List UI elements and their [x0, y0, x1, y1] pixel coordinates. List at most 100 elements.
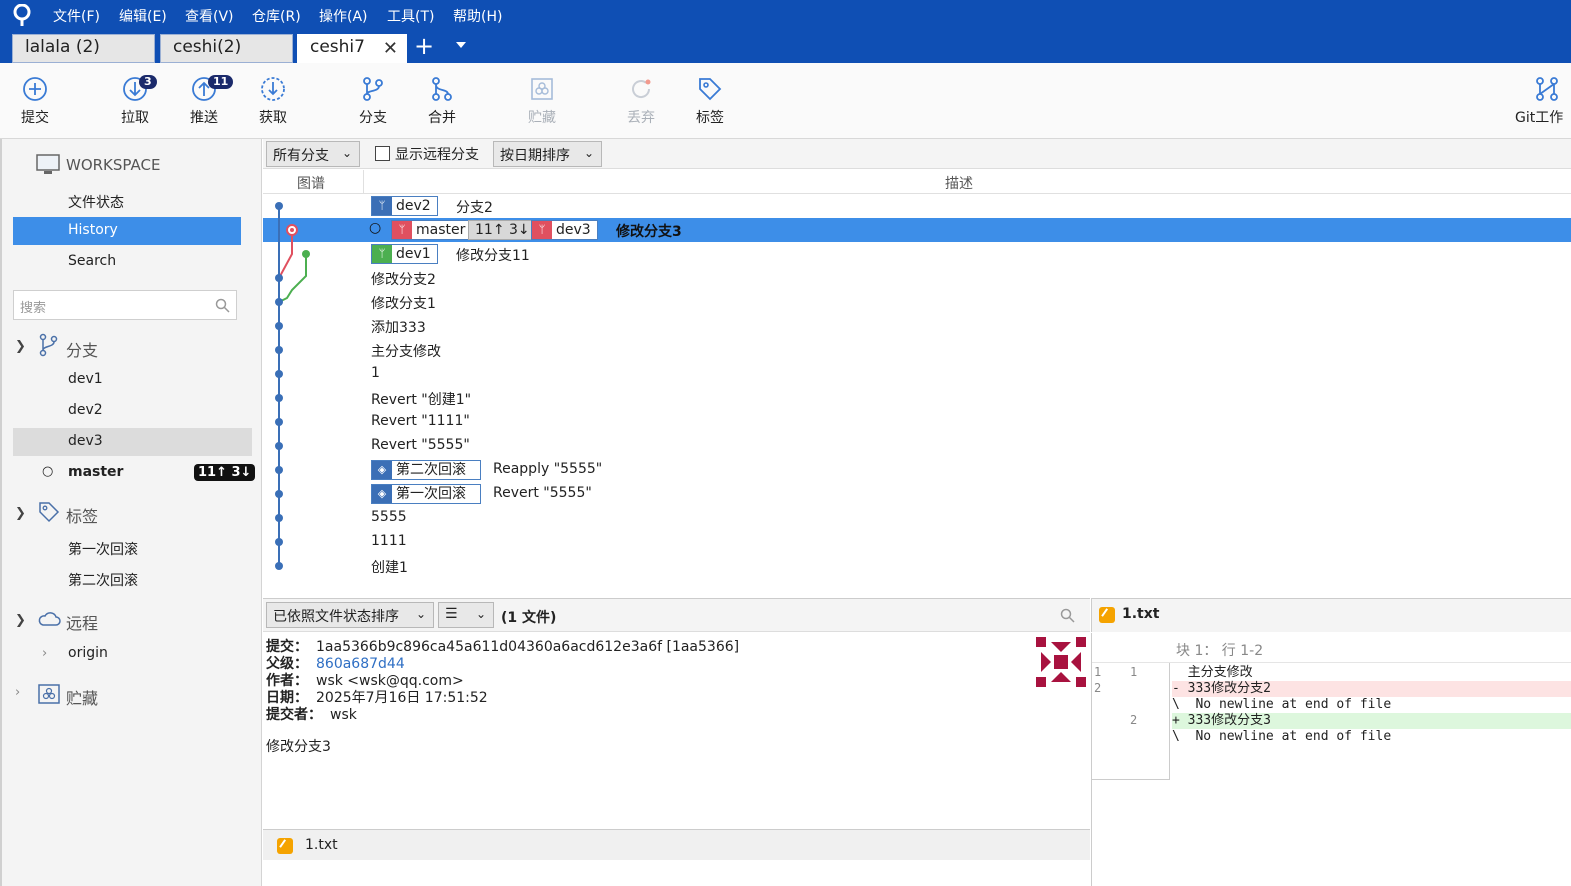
commit-button[interactable]: 提交 [5, 71, 65, 127]
menu-actions[interactable]: 操作(A) [319, 6, 368, 26]
commit-dot [275, 322, 283, 330]
details-toolbar: 已依照文件状态排序 ⌄ ☰ ⌄ (1 文件) [263, 598, 1090, 632]
commit-label: 提交 [21, 110, 49, 126]
sidebar-item-label: Search [68, 253, 117, 269]
search-placeholder: 搜索 [20, 301, 47, 316]
sidebar-item-history[interactable]: History [13, 217, 241, 245]
commit-dot [275, 466, 283, 474]
gitflow-icon [1536, 77, 1558, 101]
commit-row[interactable]: ᛘ dev1 修改分支11 [263, 242, 1571, 266]
sidebar-item-search[interactable]: Search [13, 248, 241, 276]
menu-edit[interactable]: 编辑(E) [119, 6, 167, 26]
show-remote-checkbox[interactable] [375, 146, 390, 161]
push-button[interactable]: 推送 11 [174, 71, 234, 127]
tab-ceshi7[interactable]: ceshi7 ✕ [297, 34, 407, 63]
commit-dot [302, 250, 310, 258]
column-header-graph[interactable]: 图谱 [297, 173, 325, 193]
tab-lalala[interactable]: lalala (2) [12, 34, 155, 63]
commit-row[interactable]: 1111 [263, 530, 1571, 554]
commit-message: 修改分支11 [456, 248, 530, 264]
commit-row[interactable]: ◈ 第二次回滚 Reapply "5555" [263, 458, 1571, 482]
changed-files-list: 1.txt [263, 829, 1090, 886]
commit-dot [275, 346, 283, 354]
chevron-down-icon[interactable]: ❯ [15, 506, 26, 521]
workspace-header: WORKSPACE [66, 156, 161, 174]
commit-row-selected[interactable]: ○ ᛘ master 11↑ 3↓ ᛘ dev3 修改分支3 [263, 218, 1571, 242]
stash-label: 贮藏 [528, 110, 556, 126]
commit-row[interactable]: ◈ 第一次回滚 Revert "5555" [263, 482, 1571, 506]
sidebar-item-file-status[interactable]: 文件状态 [13, 187, 241, 215]
filter-bar: 所有分支 ⌄ 显示远程分支 按日期排序 ⌄ [263, 139, 1571, 169]
fetch-button[interactable]: 获取 [243, 71, 303, 127]
commit-dot [275, 562, 283, 570]
tab-label: ceshi7 [310, 37, 365, 57]
commit-row[interactable]: 添加333 [263, 314, 1571, 338]
commit-row[interactable]: 主分支修改 [263, 338, 1571, 362]
toolbar: 提交 拉取 3 推送 11 获取 分支 合并 贮藏 丢弃 标签 Git工作 [0, 63, 1571, 139]
tab-dropdown-icon[interactable] [456, 42, 466, 48]
search-icon [215, 298, 230, 313]
commit-row[interactable]: 5555 [263, 506, 1571, 530]
avatar [1036, 637, 1086, 687]
chevron-down-icon[interactable]: ❯ [15, 339, 26, 354]
graph-line-master [278, 230, 293, 279]
pull-label: 拉取 [121, 110, 149, 126]
branch-label: master [68, 464, 124, 480]
commit-row[interactable]: Revert "5555" [263, 434, 1571, 458]
stash-icon [531, 78, 553, 100]
sidebar-item-dev1[interactable]: dev1 [13, 366, 241, 394]
tab-label: ceshi(2) [173, 37, 242, 57]
pull-button[interactable]: 拉取 3 [105, 71, 165, 127]
ref-label: master [416, 222, 466, 238]
sidebar-item-dev2[interactable]: dev2 [13, 397, 241, 425]
tag-icon: ◈ [372, 461, 392, 479]
diff-header: 1.txt [1091, 598, 1571, 632]
discard-button[interactable]: 丢弃 [611, 71, 671, 127]
commit-row[interactable]: 修改分支1 [263, 290, 1571, 314]
file-name: 1.txt [305, 837, 338, 853]
commit-row[interactable]: 1 [263, 362, 1571, 386]
branch-button[interactable]: 分支 [343, 71, 403, 127]
pull-count-badge: 3 [139, 75, 157, 89]
commit-row[interactable]: Revert "创建1" [263, 386, 1571, 410]
column-divider[interactable] [363, 170, 364, 194]
tag-button[interactable]: 标签 [680, 71, 740, 127]
commit-row[interactable]: 修改分支2 [263, 266, 1571, 290]
commit-message: Revert "1111" [371, 413, 470, 429]
commit-dot [275, 394, 283, 402]
menu-tools[interactable]: 工具(T) [387, 6, 434, 26]
branch-icon: ᛘ [372, 197, 392, 215]
column-header-description[interactable]: 描述 [945, 173, 973, 193]
tab-ceshi[interactable]: ceshi(2) [160, 34, 293, 63]
menu-file[interactable]: 文件(F) [53, 6, 100, 26]
file-row[interactable]: 1.txt [263, 830, 1090, 860]
chevron-right-icon[interactable]: › [15, 685, 20, 700]
sidebar-item-dev3[interactable]: dev3 [13, 428, 252, 456]
menu-help[interactable]: 帮助(H) [453, 6, 502, 26]
add-tab-icon[interactable]: + [414, 34, 434, 58]
branch-filter-dropdown[interactable]: 所有分支 ⌄ [266, 141, 360, 167]
sidebar-item-origin[interactable]: origin [13, 640, 241, 668]
chevron-down-icon[interactable]: ❯ [15, 613, 26, 628]
commit-row[interactable]: 创建1 [263, 554, 1571, 578]
sidebar-item-tag-1[interactable]: 第一次回滚 [13, 534, 241, 562]
search-icon[interactable] [1060, 608, 1075, 623]
view-mode-dropdown[interactable]: ☰ ⌄ [438, 602, 494, 628]
stash-button[interactable]: 贮藏 [512, 71, 572, 127]
commit-row[interactable]: ᛘ dev2 分支2 [263, 194, 1571, 218]
commit-message: 1 [371, 365, 380, 381]
sort-dropdown[interactable]: 按日期排序 ⌄ [493, 141, 602, 167]
gitflow-button[interactable]: Git工作 [1511, 71, 1571, 127]
sidebar-item-tag-2[interactable]: 第二次回滚 [13, 565, 241, 593]
tab-label: lalala (2) [25, 37, 100, 57]
commit-row[interactable]: Revert "1111" [263, 410, 1571, 434]
menu-repository[interactable]: 仓库(R) [252, 6, 301, 26]
merge-button[interactable]: 合并 [412, 71, 472, 127]
menu-view[interactable]: 查看(V) [185, 6, 234, 26]
file-sort-dropdown[interactable]: 已依照文件状态排序 ⌄ [266, 602, 434, 628]
branch-label: dev1 [68, 371, 103, 387]
commit-dot [275, 298, 283, 306]
commit-message: 分支2 [456, 200, 493, 216]
sidebar-search-input[interactable]: 搜索 [13, 290, 237, 320]
close-tab-icon[interactable]: ✕ [383, 38, 398, 59]
